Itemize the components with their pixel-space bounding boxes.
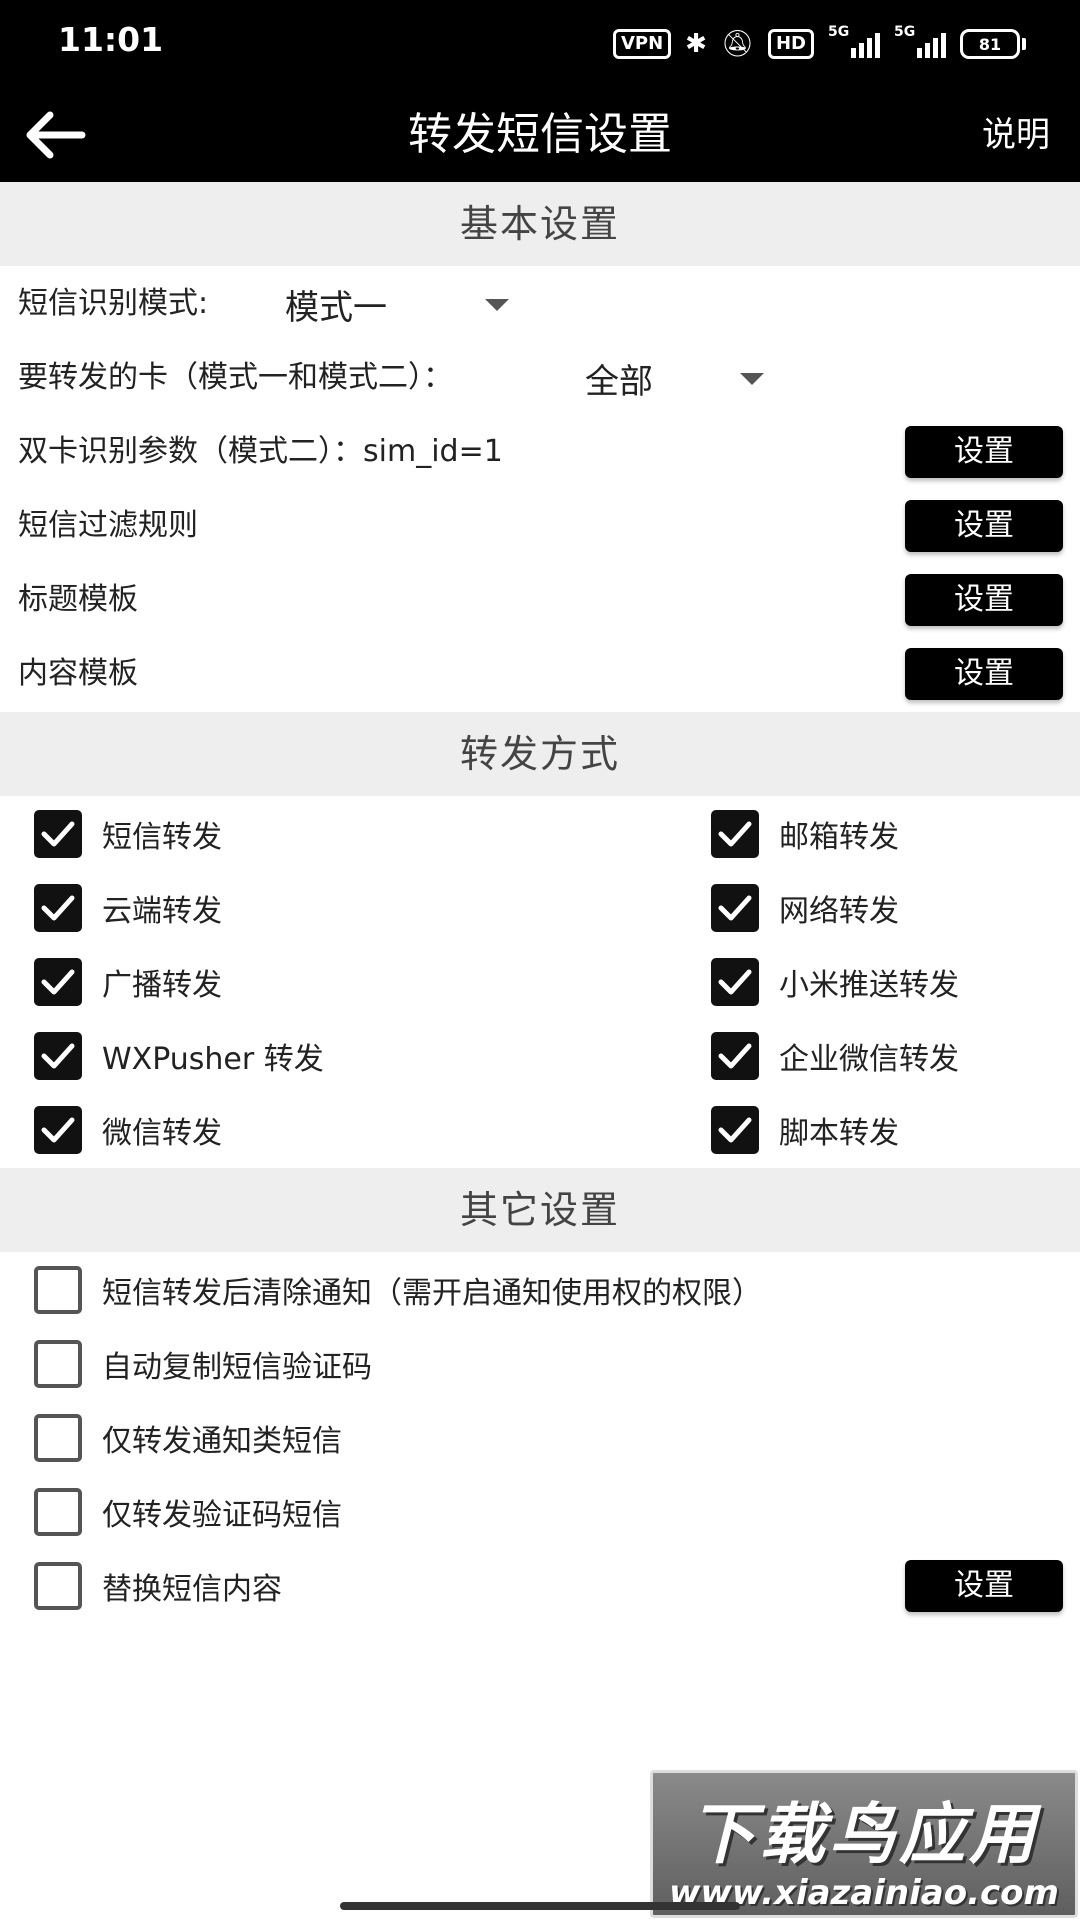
- checkbox-label: 广播转发: [102, 968, 222, 1003]
- checkbox-label: 企业微信转发: [779, 1042, 959, 1077]
- notify-sms-only-checkbox[interactable]: 仅转发通知类短信: [34, 1413, 342, 1463]
- app-bar: 转发短信设置 说明: [0, 88, 1080, 182]
- dual-sim-value: sim_id=1: [363, 434, 503, 469]
- section-other-header: 其它设置: [0, 1168, 1080, 1252]
- checkbox-label: 短信转发后清除通知（需开启通知使用权的权限）: [102, 1276, 762, 1311]
- forward-network-checkbox[interactable]: 网络转发: [711, 883, 899, 933]
- forward-wechat-checkbox[interactable]: 微信转发: [34, 1105, 222, 1155]
- checkbox-label: 仅转发通知类短信: [102, 1424, 342, 1459]
- dropdown-arrow-icon: [485, 299, 509, 311]
- checkbox-checked-icon: [34, 1106, 82, 1154]
- signal-1-icon: 5G: [828, 24, 880, 58]
- dual-sim-label: 双卡识别参数（模式二）：sim_id=1: [18, 434, 503, 469]
- battery-icon: 81: [960, 29, 1026, 59]
- content-template-label: 内容模板: [18, 656, 138, 691]
- checkbox-checked-icon: [34, 958, 82, 1006]
- mute-icon: 🔕︎: [720, 29, 754, 59]
- dropdown-arrow-icon: [740, 373, 764, 385]
- forward-card-value: 全部: [585, 361, 653, 402]
- checkbox-label: 仅转发验证码短信: [102, 1498, 342, 1533]
- sms-filter-label: 短信过滤规则: [18, 508, 198, 543]
- watermark: 下载鸟应用 www.xiazainiao.com: [650, 1770, 1078, 1918]
- checkbox-label: 小米推送转发: [779, 968, 959, 1003]
- forward-xiaomi-push-checkbox[interactable]: 小米推送转发: [711, 957, 959, 1007]
- forward-wxpusher-checkbox[interactable]: WXPusher 转发: [34, 1031, 324, 1081]
- checkbox-unchecked-icon: [34, 1414, 82, 1462]
- checkbox-label: WXPusher 转发: [102, 1042, 324, 1077]
- checkbox-label: 替换短信内容: [102, 1572, 282, 1607]
- checkbox-label: 邮箱转发: [779, 820, 899, 855]
- forward-card-dropdown[interactable]: 全部: [585, 353, 775, 403]
- checkbox-unchecked-icon: [34, 1266, 82, 1314]
- help-button[interactable]: 说明: [982, 88, 1050, 182]
- sms-mode-dropdown[interactable]: 模式一: [285, 279, 515, 329]
- hd-icon: HD: [767, 29, 814, 59]
- checkbox-checked-icon: [711, 810, 759, 858]
- title-template-set-button[interactable]: 设置: [905, 574, 1063, 626]
- status-icons: VPN ✱ 🔕︎ HD 5G 5G 81: [612, 24, 1026, 62]
- checkbox-label: 云端转发: [102, 894, 222, 929]
- checkbox-checked-icon: [34, 884, 82, 932]
- checkbox-checked-icon: [711, 884, 759, 932]
- forward-email-checkbox[interactable]: 邮箱转发: [711, 809, 899, 859]
- title-template-label: 标题模板: [18, 582, 138, 617]
- checkbox-checked-icon: [711, 958, 759, 1006]
- signal-2-icon: 5G: [894, 24, 946, 58]
- forward-card-label: 要转发的卡（模式一和模式二）：: [18, 360, 453, 395]
- bluetooth-icon: ✱: [685, 29, 707, 59]
- sms-mode-label: 短信识别模式:: [18, 286, 209, 321]
- checkbox-label: 自动复制短信验证码: [102, 1350, 372, 1385]
- forward-broadcast-checkbox[interactable]: 广播转发: [34, 957, 222, 1007]
- checkbox-unchecked-icon: [34, 1562, 82, 1610]
- home-indicator[interactable]: [340, 1902, 740, 1910]
- status-bar: 11:01 VPN ✱ 🔕︎ HD 5G 5G 81: [0, 0, 1080, 88]
- section-basic-header: 基本设置: [0, 182, 1080, 266]
- sms-mode-value: 模式一: [285, 287, 387, 328]
- checkbox-label: 脚本转发: [779, 1116, 899, 1151]
- checkbox-checked-icon: [34, 810, 82, 858]
- status-time: 11:01: [58, 20, 164, 59]
- code-sms-only-checkbox[interactable]: 仅转发验证码短信: [34, 1487, 342, 1537]
- replace-content-checkbox[interactable]: 替换短信内容: [34, 1561, 282, 1611]
- watermark-title: 下载鸟应用: [689, 1796, 1039, 1873]
- forward-cloud-checkbox[interactable]: 云端转发: [34, 883, 222, 933]
- checkbox-checked-icon: [711, 1032, 759, 1080]
- clear-notification-checkbox[interactable]: 短信转发后清除通知（需开启通知使用权的权限）: [34, 1265, 762, 1315]
- checkbox-checked-icon: [34, 1032, 82, 1080]
- checkbox-label: 微信转发: [102, 1116, 222, 1151]
- forward-wecom-checkbox[interactable]: 企业微信转发: [711, 1031, 959, 1081]
- forward-script-checkbox[interactable]: 脚本转发: [711, 1105, 899, 1155]
- checkbox-unchecked-icon: [34, 1340, 82, 1388]
- dual-sim-set-button[interactable]: 设置: [905, 426, 1063, 478]
- content-template-set-button[interactable]: 设置: [905, 648, 1063, 700]
- auto-copy-code-checkbox[interactable]: 自动复制短信验证码: [34, 1339, 372, 1389]
- vpn-icon: VPN: [612, 29, 672, 59]
- sms-filter-set-button[interactable]: 设置: [905, 500, 1063, 552]
- checkbox-label: 短信转发: [102, 820, 222, 855]
- checkbox-unchecked-icon: [34, 1488, 82, 1536]
- page-title: 转发短信设置: [408, 109, 672, 160]
- replace-content-set-button[interactable]: 设置: [905, 1560, 1063, 1612]
- checkbox-checked-icon: [711, 1106, 759, 1154]
- section-forward-header: 转发方式: [0, 712, 1080, 796]
- forward-sms-checkbox[interactable]: 短信转发: [34, 809, 222, 859]
- checkbox-label: 网络转发: [779, 894, 899, 929]
